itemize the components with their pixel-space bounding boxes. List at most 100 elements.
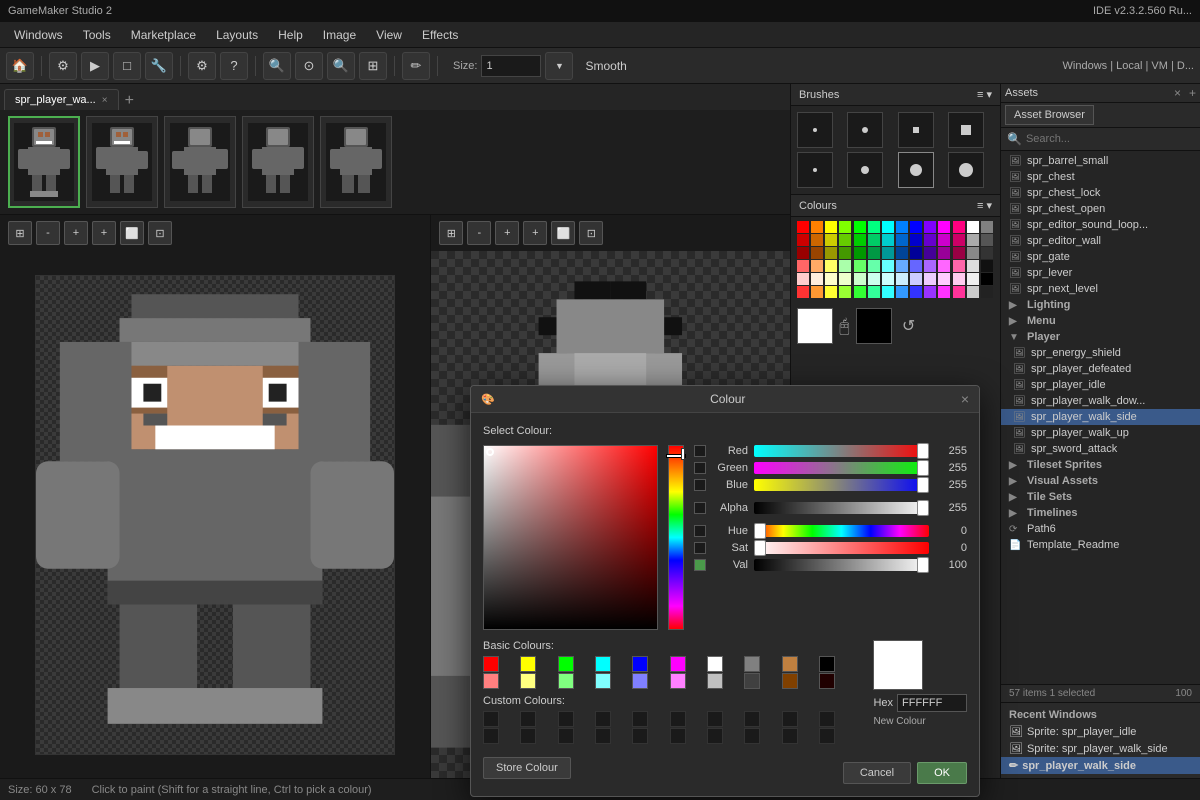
colour-cell[interactable]	[797, 273, 809, 285]
colour-cell[interactable]	[882, 273, 894, 285]
asset-spr-player-defeated[interactable]: 🖼 spr_player_defeated	[1001, 361, 1200, 377]
zoom-out-btn-r[interactable]: -	[467, 221, 491, 245]
colour-cell[interactable]	[854, 221, 866, 233]
recent-spr-player-walk-side-sprite[interactable]: 🖼 Sprite: spr_player_walk_side	[1001, 740, 1200, 757]
basic-colour[interactable]	[520, 673, 536, 689]
stop-button[interactable]: □	[113, 52, 141, 80]
hex-input[interactable]	[897, 694, 967, 712]
colour-cell[interactable]	[854, 260, 866, 272]
basic-colour[interactable]	[483, 673, 499, 689]
menu-windows[interactable]: Windows	[4, 25, 73, 45]
colour-cell[interactable]	[938, 286, 950, 298]
swap-colours-icon[interactable]: ↺	[902, 316, 915, 336]
colour-cell[interactable]	[868, 273, 880, 285]
custom-colour[interactable]	[819, 711, 835, 727]
asset-spr-gate[interactable]: 🖼 spr_gate	[1001, 249, 1200, 265]
hue-checkbox[interactable]	[694, 525, 706, 537]
asset-spr-chest-lock[interactable]: 🖼 spr_chest_lock	[1001, 185, 1200, 201]
red-slider[interactable]	[754, 445, 929, 457]
hue-slider[interactable]	[754, 525, 929, 537]
tab-add-button[interactable]: +	[119, 92, 140, 110]
colour-cell[interactable]	[910, 286, 922, 298]
colour-cell[interactable]	[839, 234, 851, 246]
colours-options-icon[interactable]: ≡ ▾	[977, 199, 992, 212]
brush-5[interactable]	[797, 152, 833, 188]
colour-cell[interactable]	[967, 286, 979, 298]
colour-cell[interactable]	[811, 221, 823, 233]
size-input[interactable]	[481, 55, 541, 77]
colour-cell[interactable]	[854, 234, 866, 246]
colour-cell[interactable]	[953, 221, 965, 233]
asset-folder-menu[interactable]: ▶ Menu	[1001, 313, 1200, 329]
assets-add-btn[interactable]: +	[1189, 86, 1196, 100]
basic-colour[interactable]	[670, 656, 686, 672]
colour-cell[interactable]	[924, 260, 936, 272]
asset-spr-player-walk-down[interactable]: 🖼 spr_player_walk_dow...	[1001, 393, 1200, 409]
colour-cell[interactable]	[811, 234, 823, 246]
asset-folder-tileset-sprites[interactable]: ▶ Tileset Sprites	[1001, 457, 1200, 473]
blue-checkbox[interactable]	[694, 479, 706, 491]
tab-sprite[interactable]: spr_player_wa... ×	[4, 89, 119, 110]
recent-spr-player-walk-side[interactable]: ✏ spr_player_walk_side	[1001, 757, 1200, 774]
brush-6[interactable]	[847, 152, 883, 188]
colour-cell[interactable]	[825, 286, 837, 298]
basic-colour[interactable]	[595, 656, 611, 672]
basic-colour[interactable]	[483, 656, 499, 672]
colour-gradient-picker[interactable]	[483, 445, 658, 630]
colour-cell[interactable]	[981, 247, 993, 259]
colour-cell[interactable]	[882, 286, 894, 298]
basic-colour[interactable]	[632, 673, 648, 689]
brush-4[interactable]	[948, 112, 984, 148]
colour-cell[interactable]	[811, 260, 823, 272]
colour-cell[interactable]	[953, 234, 965, 246]
custom-colour[interactable]	[632, 711, 648, 727]
custom-colour[interactable]	[520, 711, 536, 727]
asset-folder-visual-assets[interactable]: ▶ Visual Assets	[1001, 473, 1200, 489]
colour-cell[interactable]	[953, 247, 965, 259]
basic-colour[interactable]	[707, 673, 723, 689]
colour-cell[interactable]	[839, 260, 851, 272]
colour-cell[interactable]	[811, 286, 823, 298]
cancel-button[interactable]: Cancel	[843, 762, 911, 784]
menu-tools[interactable]: Tools	[73, 25, 121, 45]
custom-colour[interactable]	[670, 711, 686, 727]
custom-colour[interactable]	[819, 728, 835, 744]
fit-window-btn-r[interactable]: ⬜	[551, 221, 575, 245]
basic-colour[interactable]	[782, 673, 798, 689]
colour-cell[interactable]	[938, 247, 950, 259]
colour-cell[interactable]	[953, 286, 965, 298]
colour-cell[interactable]	[981, 221, 993, 233]
custom-colour[interactable]	[520, 728, 536, 744]
colour-cell[interactable]	[953, 273, 965, 285]
colour-cell[interactable]	[924, 221, 936, 233]
colour-cell[interactable]	[854, 247, 866, 259]
brush-2[interactable]	[847, 112, 883, 148]
colour-cell[interactable]	[896, 260, 908, 272]
colour-cell[interactable]	[868, 260, 880, 272]
brush-8[interactable]	[948, 152, 984, 188]
colour-cell[interactable]	[839, 273, 851, 285]
brushes-options-icon[interactable]: ≡ ▾	[977, 88, 992, 101]
asset-spr-player-walk-side[interactable]: 🖼 spr_player_walk_side	[1001, 409, 1200, 425]
basic-colour[interactable]	[707, 656, 723, 672]
basic-colour[interactable]	[744, 673, 760, 689]
tool2-button[interactable]: ?	[220, 52, 248, 80]
tab-close-icon[interactable]: ×	[102, 95, 108, 106]
asset-folder-tile-sets[interactable]: ▶ Tile Sets	[1001, 489, 1200, 505]
menu-help[interactable]: Help	[268, 25, 313, 45]
settings-button[interactable]: ⚙	[49, 52, 77, 80]
grid-toggle-btn-r[interactable]: ⊞	[439, 221, 463, 245]
colour-cell[interactable]	[825, 247, 837, 259]
zoom-in-btn-l[interactable]: +	[64, 221, 88, 245]
colour-cell[interactable]	[967, 273, 979, 285]
asset-spr-barrel-small[interactable]: 🖼 spr_barrel_small	[1001, 153, 1200, 169]
debug-button[interactable]: 🔧	[145, 52, 173, 80]
custom-colour[interactable]	[744, 728, 760, 744]
colour-cell[interactable]	[896, 247, 908, 259]
basic-colour[interactable]	[520, 656, 536, 672]
brush-3[interactable]	[898, 112, 934, 148]
zoom-in-btn-r[interactable]: +	[495, 221, 519, 245]
menu-image[interactable]: Image	[313, 25, 366, 45]
store-colour-button[interactable]: Store Colour	[483, 757, 571, 779]
asset-spr-sword-attack[interactable]: 🖼 spr_sword_attack	[1001, 441, 1200, 457]
